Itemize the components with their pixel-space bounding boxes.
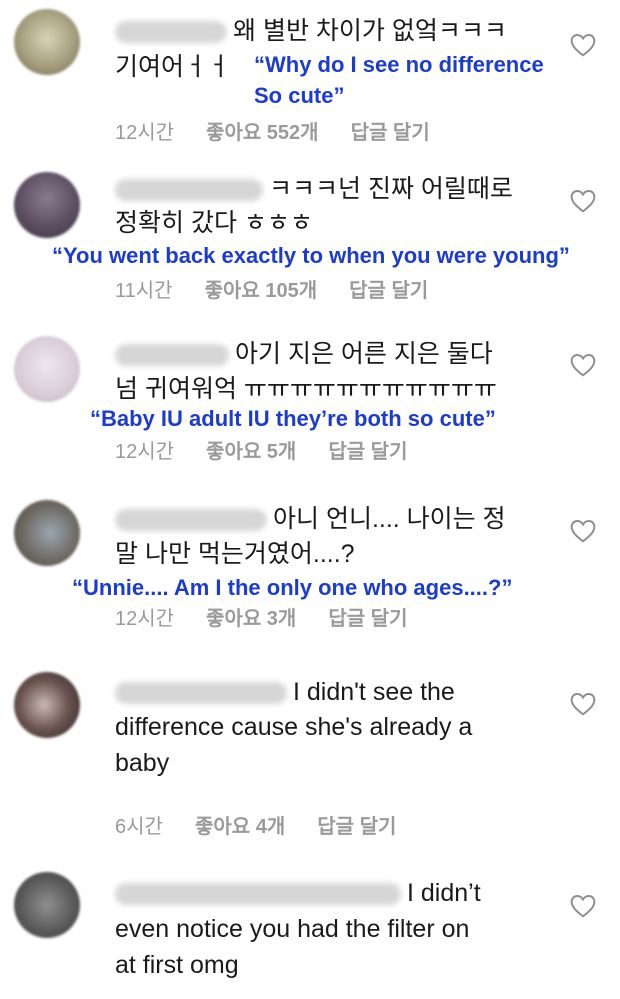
avatar[interactable] bbox=[14, 336, 80, 402]
comment-text-line: 기여어ㅓㅓ bbox=[115, 53, 231, 81]
like-count[interactable]: 좋아요 3개 bbox=[206, 608, 296, 630]
reply-button[interactable]: 답글 달기 bbox=[317, 816, 396, 838]
heart-outline-icon[interactable] bbox=[570, 189, 596, 213]
like-count[interactable]: 좋아요 105개 bbox=[205, 280, 318, 302]
reply-button[interactable]: 답글 달기 bbox=[328, 441, 407, 463]
comment-text-line: 아니 언니.... 나이는 정 bbox=[115, 502, 506, 536]
comment-meta: 12시간 좋아요 552개 답글 달기 bbox=[115, 116, 462, 145]
timestamp: 11시간 bbox=[115, 280, 173, 302]
like-count[interactable]: 좋아요 552개 bbox=[206, 122, 319, 144]
avatar[interactable] bbox=[14, 9, 80, 75]
reply-button[interactable]: 답글 달기 bbox=[349, 280, 428, 302]
avatar[interactable] bbox=[14, 672, 80, 738]
timestamp: 6시간 bbox=[115, 816, 163, 838]
comment-meta: 6시간 좋아요 4개 답글 달기 bbox=[115, 810, 428, 839]
like-count[interactable]: 좋아요 4개 bbox=[195, 816, 285, 838]
comment-text-line: 정확히 갔다 ㅎㅎㅎ bbox=[115, 209, 313, 237]
translation-line: “Baby IU adult IU they’re both so cute” bbox=[90, 406, 496, 431]
comment-text-line: ㅋㅋㅋ넌 진짜 어릴때로 bbox=[115, 172, 513, 206]
avatar[interactable] bbox=[14, 872, 80, 938]
comment-text-line: 왜 별반 차이가 없엌ㅋㅋㅋ bbox=[115, 14, 507, 48]
comment-text-line: 넘 귀여워억 ㅠㅠㅠㅠㅠㅠㅠㅠㅠㅠㅠ bbox=[115, 375, 497, 403]
comment-text-line: I didn't see the bbox=[115, 675, 455, 709]
comment-meta: 12시간 좋아요 3개 답글 달기 bbox=[115, 602, 440, 631]
timestamp: 12시간 bbox=[115, 441, 175, 463]
comment-text-line: even notice you had the filter on bbox=[115, 915, 470, 943]
username-blurred[interactable] bbox=[115, 21, 227, 44]
heart-outline-icon[interactable] bbox=[570, 519, 596, 543]
reply-button[interactable]: 답글 달기 bbox=[351, 122, 430, 144]
translation-line: “You went back exactly to when you were … bbox=[52, 243, 570, 268]
heart-outline-icon[interactable] bbox=[570, 894, 596, 918]
avatar[interactable] bbox=[14, 172, 80, 238]
comment-text-line: 아기 지은 어른 지은 둘다 bbox=[115, 337, 493, 371]
comment-text-line: baby bbox=[115, 749, 170, 777]
heart-outline-icon[interactable] bbox=[570, 33, 596, 57]
comment-text-line: difference cause she's already a bbox=[115, 713, 473, 741]
heart-outline-icon[interactable] bbox=[570, 353, 596, 377]
heart-outline-icon[interactable] bbox=[570, 692, 596, 716]
reply-button[interactable]: 답글 달기 bbox=[328, 608, 407, 630]
username-blurred[interactable] bbox=[115, 682, 287, 705]
translation-line: “Unnie.... Am I the only one who ages...… bbox=[72, 575, 513, 600]
comment-text-line: 말 나만 먹는거였어....? bbox=[115, 540, 355, 568]
like-count[interactable]: 좋아요 5개 bbox=[206, 441, 296, 463]
username-blurred[interactable] bbox=[115, 179, 263, 202]
translation-line: So cute” bbox=[254, 83, 345, 108]
username-blurred[interactable] bbox=[115, 509, 267, 532]
username-blurred[interactable] bbox=[115, 883, 401, 906]
timestamp: 12시간 bbox=[115, 122, 175, 144]
translation-line: “Why do I see no difference bbox=[254, 52, 544, 77]
comment-meta: 11시간 좋아요 105개 답글 달기 bbox=[115, 274, 460, 303]
timestamp: 12시간 bbox=[115, 608, 175, 630]
avatar[interactable] bbox=[14, 500, 80, 566]
username-blurred[interactable] bbox=[115, 344, 229, 367]
comment-text-line: I didn’t bbox=[115, 876, 481, 910]
comment-meta: 12시간 좋아요 5개 답글 달기 bbox=[115, 435, 440, 464]
comment-text-line: at first omg bbox=[115, 951, 239, 979]
